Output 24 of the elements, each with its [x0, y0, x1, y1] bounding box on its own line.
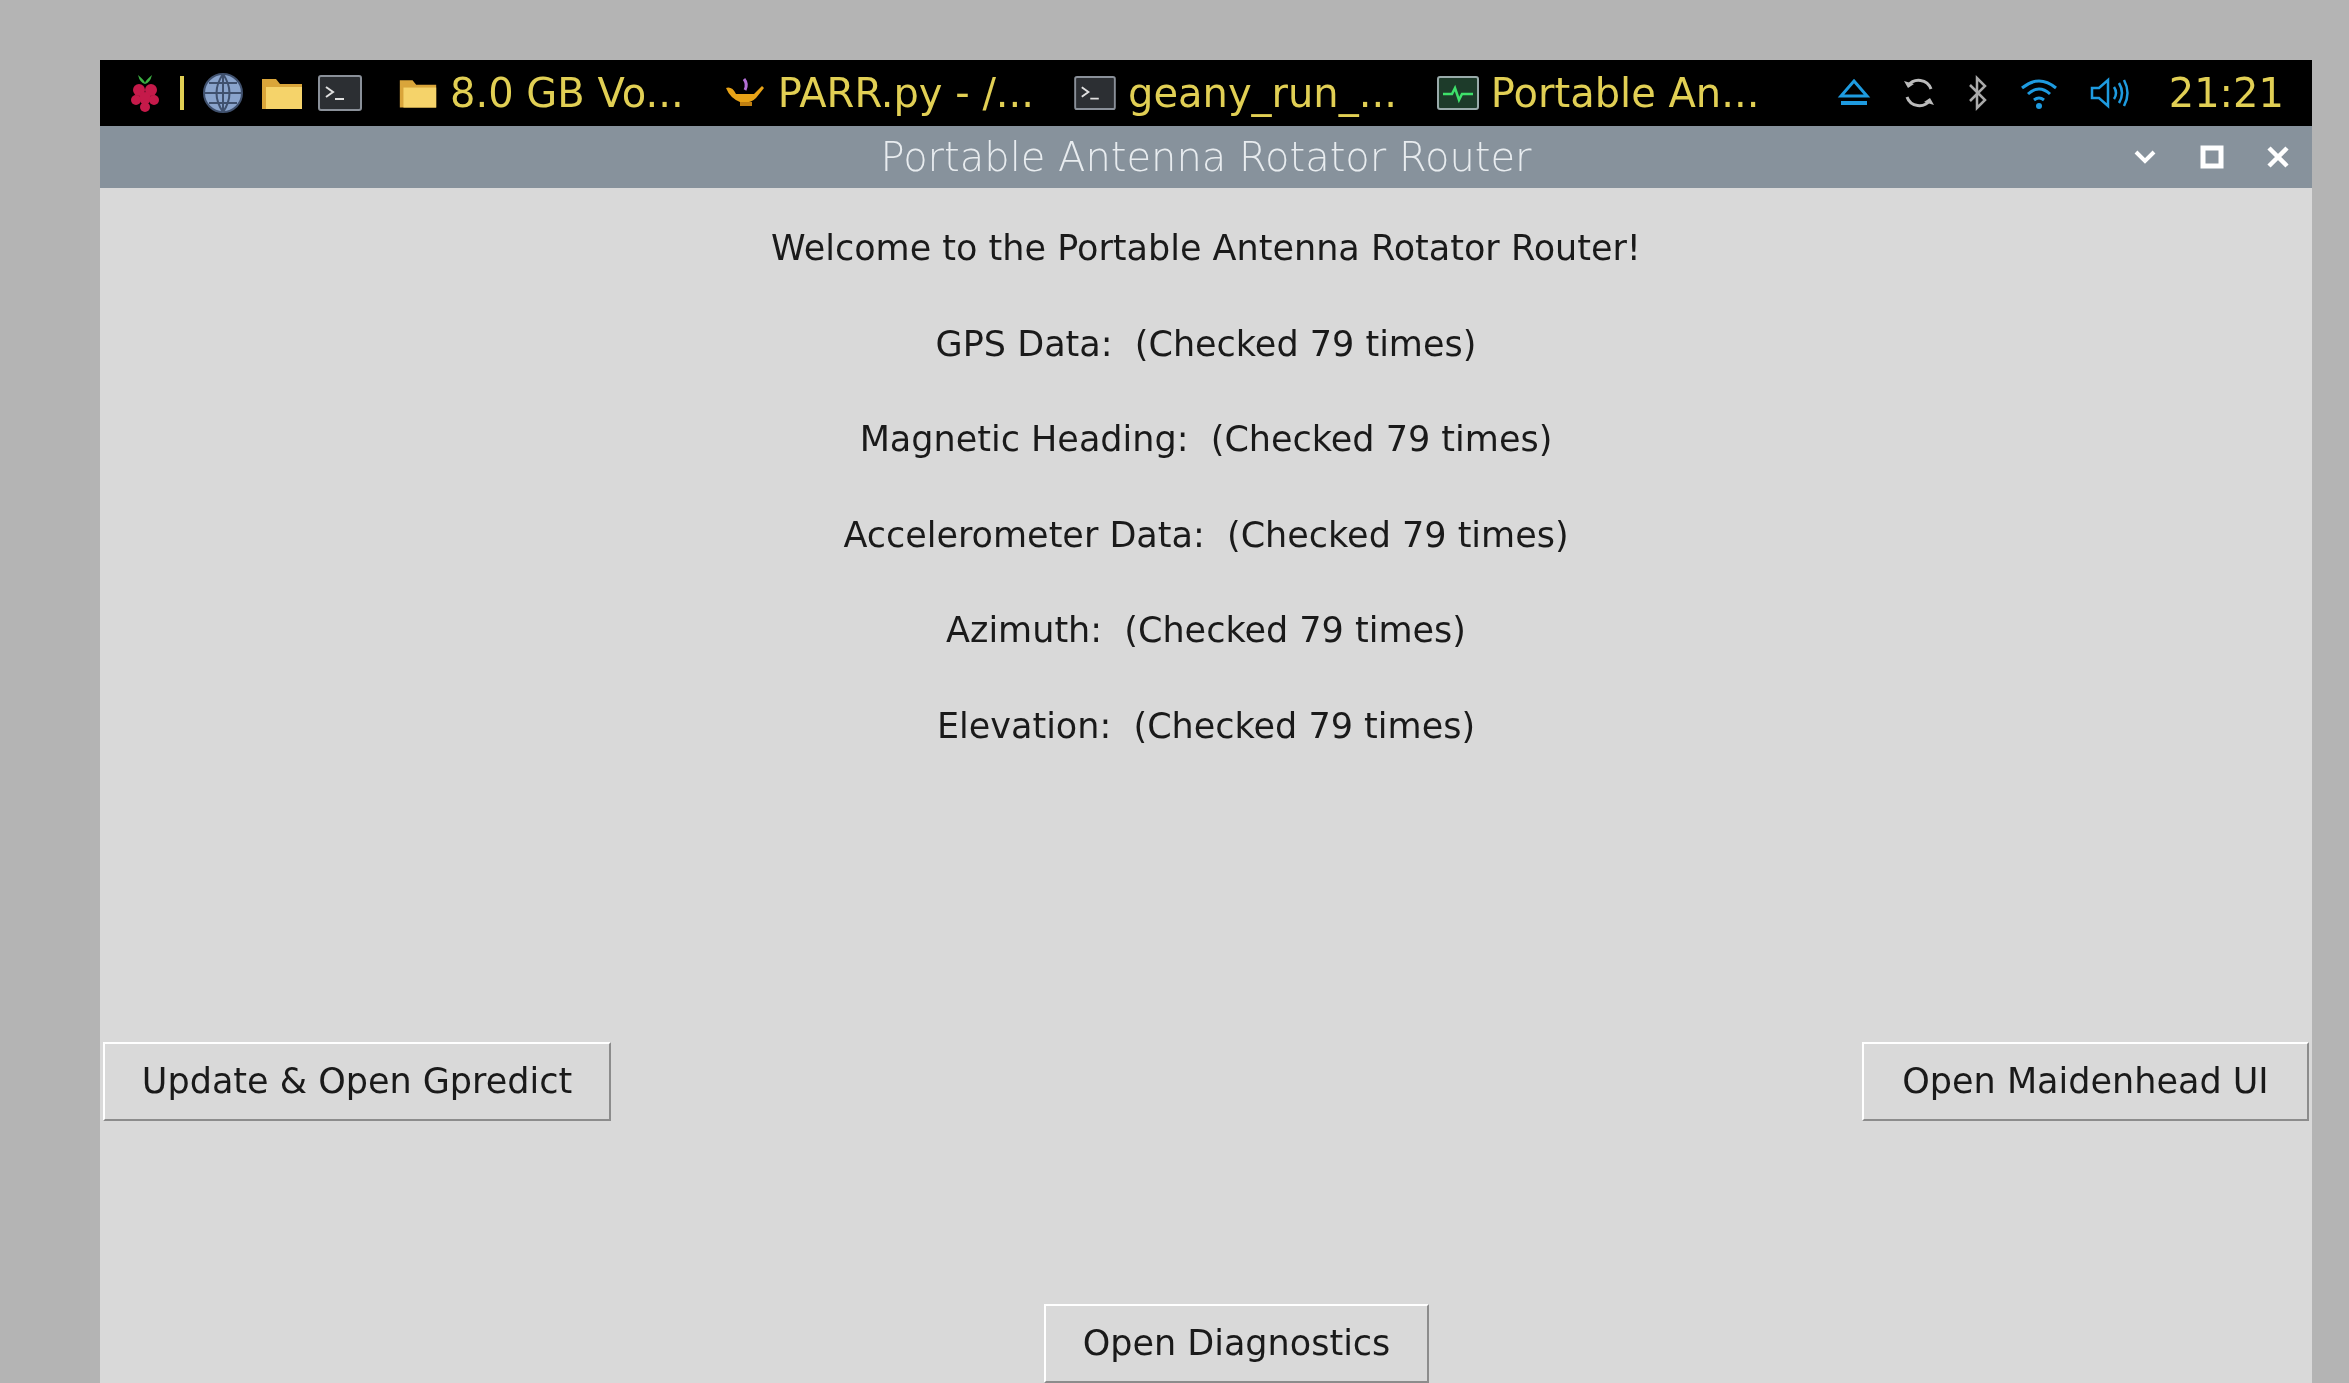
taskbar-task[interactable]: PARR.py - /...	[723, 63, 1034, 124]
close-icon[interactable]	[2266, 145, 2290, 170]
wifi-icon[interactable]	[2018, 76, 2059, 111]
reading-label: Accelerometer Data: (Checked 79 times)	[843, 513, 1569, 557]
open-maidenhead-button[interactable]: Open Maidenhead UI	[1862, 1042, 2309, 1121]
reading-label: GPS Data: (Checked 79 times)	[935, 322, 1477, 366]
clock[interactable]: 21:21	[2168, 63, 2284, 124]
globe-icon[interactable]	[202, 72, 244, 115]
taskbar-task[interactable]: 8.0 GB Vo...	[398, 63, 684, 124]
reading-label: Azimuth: (Checked 79 times)	[946, 609, 1466, 652]
bluetooth-icon[interactable]	[1966, 75, 1989, 112]
taskbar-task[interactable]: geany_run_...	[1074, 63, 1397, 124]
terminal-icon	[1074, 76, 1116, 111]
open-diagnostics-button[interactable]: Open Diagnostics	[1044, 1304, 1429, 1383]
raspberry-icon[interactable]	[128, 73, 162, 114]
window-title: Portable Antenna Rotator Router	[880, 133, 1532, 183]
terminal-icon[interactable]	[318, 75, 362, 112]
maximize-icon[interactable]	[2200, 145, 2224, 170]
reading-label: Elevation: (Checked 79 times)	[936, 704, 1476, 748]
reading-label: Magnetic Heading: (Checked 79 times)	[859, 418, 1553, 461]
update-gpredict-button[interactable]: Update & Open Gpredict	[103, 1042, 611, 1121]
welcome-text: Welcome to the Portable Antenna Rotator Router!	[771, 227, 1641, 270]
activity-monitor-icon	[1436, 76, 1479, 111]
taskbar-task[interactable]: Portable An...	[1436, 63, 1760, 124]
